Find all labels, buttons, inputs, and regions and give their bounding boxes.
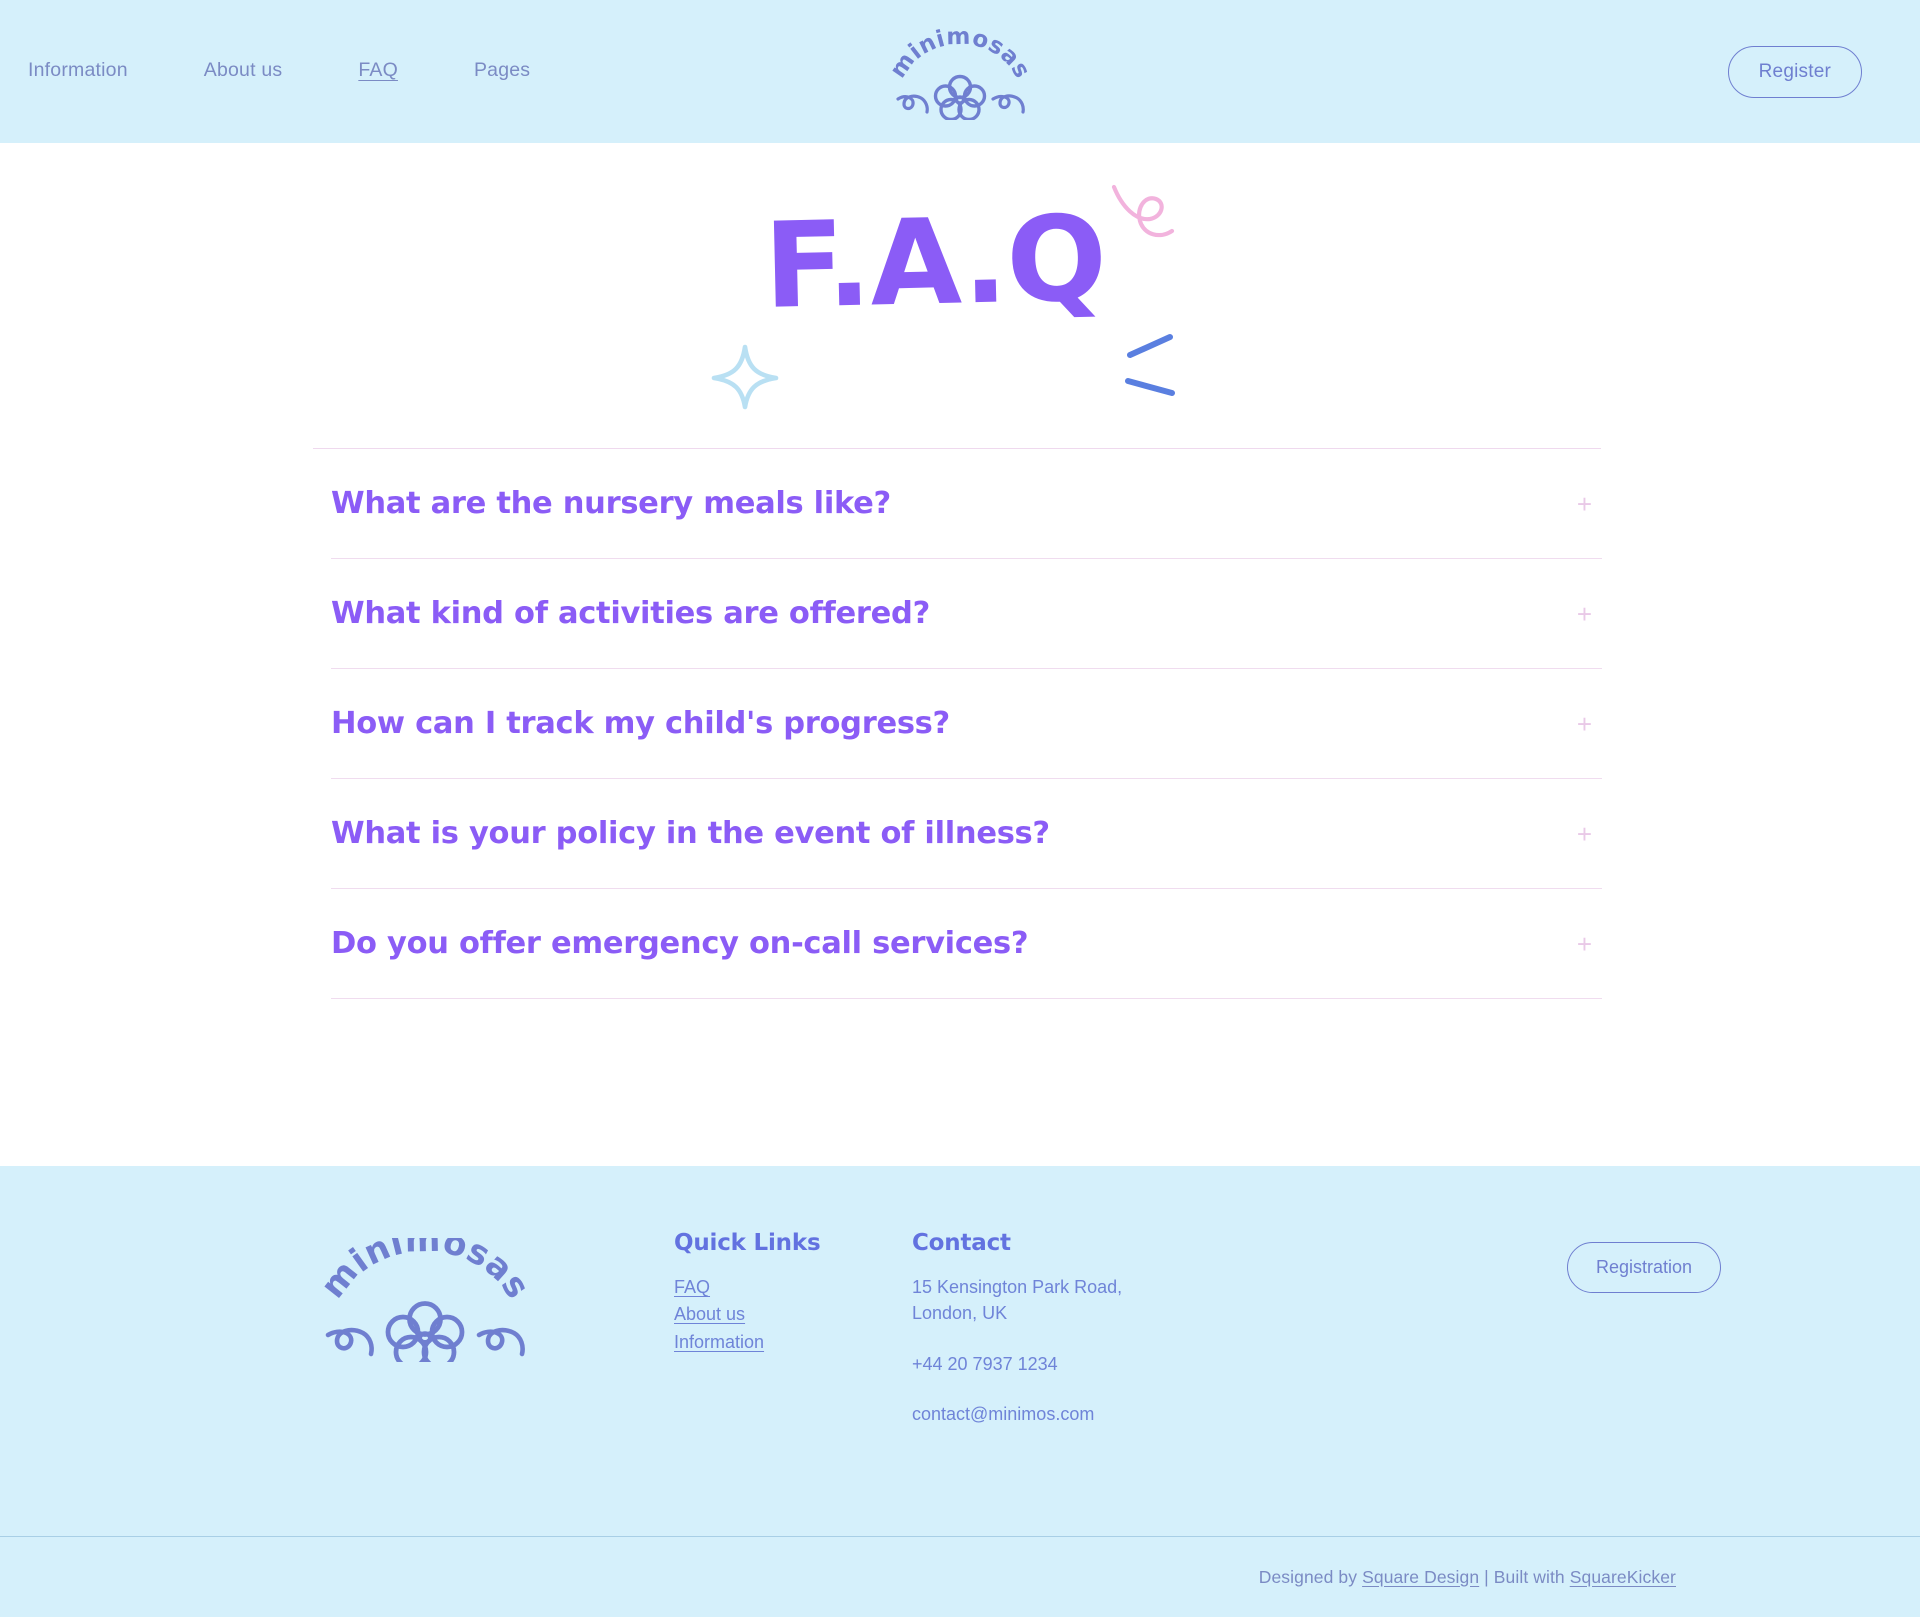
- site-logo[interactable]: minimosas: [880, 23, 1040, 121]
- faq-question: How can I track my child's progress?: [331, 706, 950, 741]
- plus-icon[interactable]: +: [1577, 711, 1592, 737]
- faq-row[interactable]: What kind of activities are offered? +: [322, 559, 1610, 668]
- footer-contact: Contact 15 Kensington Park Road, London,…: [912, 1230, 1242, 1428]
- faq-row[interactable]: What is your policy in the event of illn…: [322, 779, 1610, 888]
- faq-question: Do you offer emergency on-call services?: [331, 926, 1029, 961]
- blue-dashes-icon: [1125, 333, 1175, 396]
- plus-icon[interactable]: +: [1577, 821, 1592, 847]
- contact-phone[interactable]: +44 20 7937 1234: [912, 1351, 1242, 1377]
- hero-section: F.A.Q: [0, 143, 1920, 448]
- footer-link-about-us[interactable]: About us: [674, 1301, 864, 1328]
- nav-item-about-us[interactable]: About us: [204, 59, 283, 84]
- footer-bottom: Designed by Square Design | Built with S…: [0, 1537, 1920, 1617]
- pink-squiggle-icon: [1111, 184, 1175, 237]
- footer-top: minimosas Quick Links FAQ About us Infor…: [0, 1166, 1920, 1536]
- credit-designer-link[interactable]: Square Design: [1362, 1567, 1479, 1587]
- nav-item-faq[interactable]: FAQ: [358, 59, 398, 84]
- faq-item: What are the nursery meals like? +: [322, 449, 1610, 559]
- faq-item: What kind of activities are offered? +: [322, 559, 1610, 669]
- faq-item: How can I track my child's progress? +: [322, 669, 1610, 779]
- faq-question: What is your policy in the event of illn…: [331, 816, 1050, 851]
- credit-prefix: Designed by: [1258, 1566, 1363, 1587]
- nav-item-pages[interactable]: Pages: [474, 59, 530, 84]
- quick-links-heading: Quick Links: [674, 1230, 821, 1256]
- faq-divider: [331, 998, 1602, 999]
- credit-builder-link[interactable]: SquareKicker: [1570, 1567, 1676, 1587]
- faq-row[interactable]: How can I track my child's progress? +: [322, 669, 1610, 778]
- footer-quick-links: Quick Links FAQ About us Information: [674, 1230, 864, 1356]
- faq-accordion: What are the nursery meals like? + What …: [310, 448, 1610, 999]
- contact-email[interactable]: contact@minimos.com: [912, 1401, 1242, 1427]
- registration-button[interactable]: Registration: [1566, 1242, 1721, 1293]
- plus-icon[interactable]: +: [1577, 931, 1592, 957]
- address-line-1: 15 Kensington Park Road,: [912, 1277, 1123, 1297]
- footer-link-faq[interactable]: FAQ: [674, 1274, 864, 1301]
- page-title: F.A.Q: [762, 188, 1108, 335]
- faq-item: What is your policy in the event of illn…: [322, 779, 1610, 889]
- faq-question: What kind of activities are offered?: [331, 596, 930, 631]
- footer-logo[interactable]: minimosas: [306, 1220, 544, 1370]
- faq-page: Information About us FAQ Pages minimosas: [0, 0, 1920, 1617]
- blue-sparkle-icon: [711, 344, 779, 409]
- site-header: Information About us FAQ Pages minimosas: [0, 0, 1920, 143]
- faq-row[interactable]: Do you offer emergency on-call services?…: [322, 889, 1610, 998]
- nav-item-information[interactable]: Information: [28, 59, 128, 84]
- faq-question: What are the nursery meals like?: [331, 486, 891, 521]
- plus-icon[interactable]: +: [1577, 601, 1592, 627]
- contact-heading: Contact: [912, 1230, 1011, 1256]
- register-button[interactable]: Register: [1727, 45, 1862, 98]
- main-content: F.A.Q What are the nursery meals like? +…: [0, 143, 1920, 1166]
- address-line-2: London, UK: [912, 1303, 1008, 1324]
- faq-item: Do you offer emergency on-call services?…: [322, 889, 1610, 999]
- credit-middle: | Built with: [1479, 1566, 1570, 1587]
- main-navigation: Information About us FAQ Pages: [28, 59, 530, 84]
- contact-address: 15 Kensington Park Road, London, UK: [912, 1274, 1242, 1327]
- faq-row[interactable]: What are the nursery meals like? +: [322, 449, 1610, 558]
- footer-link-information[interactable]: Information: [674, 1329, 864, 1356]
- credit-line: Designed by Square Design | Built with S…: [1259, 1567, 1676, 1588]
- svg-text:minimosas: minimosas: [885, 24, 1035, 83]
- minimosas-logo-icon: minimosas: [313, 1220, 538, 1370]
- site-footer: minimosas Quick Links FAQ About us Infor…: [0, 1166, 1920, 1617]
- svg-text:minimosas: minimosas: [313, 1238, 538, 1306]
- plus-icon[interactable]: +: [1577, 491, 1592, 517]
- minimosas-logo-icon: minimosas: [885, 23, 1035, 121]
